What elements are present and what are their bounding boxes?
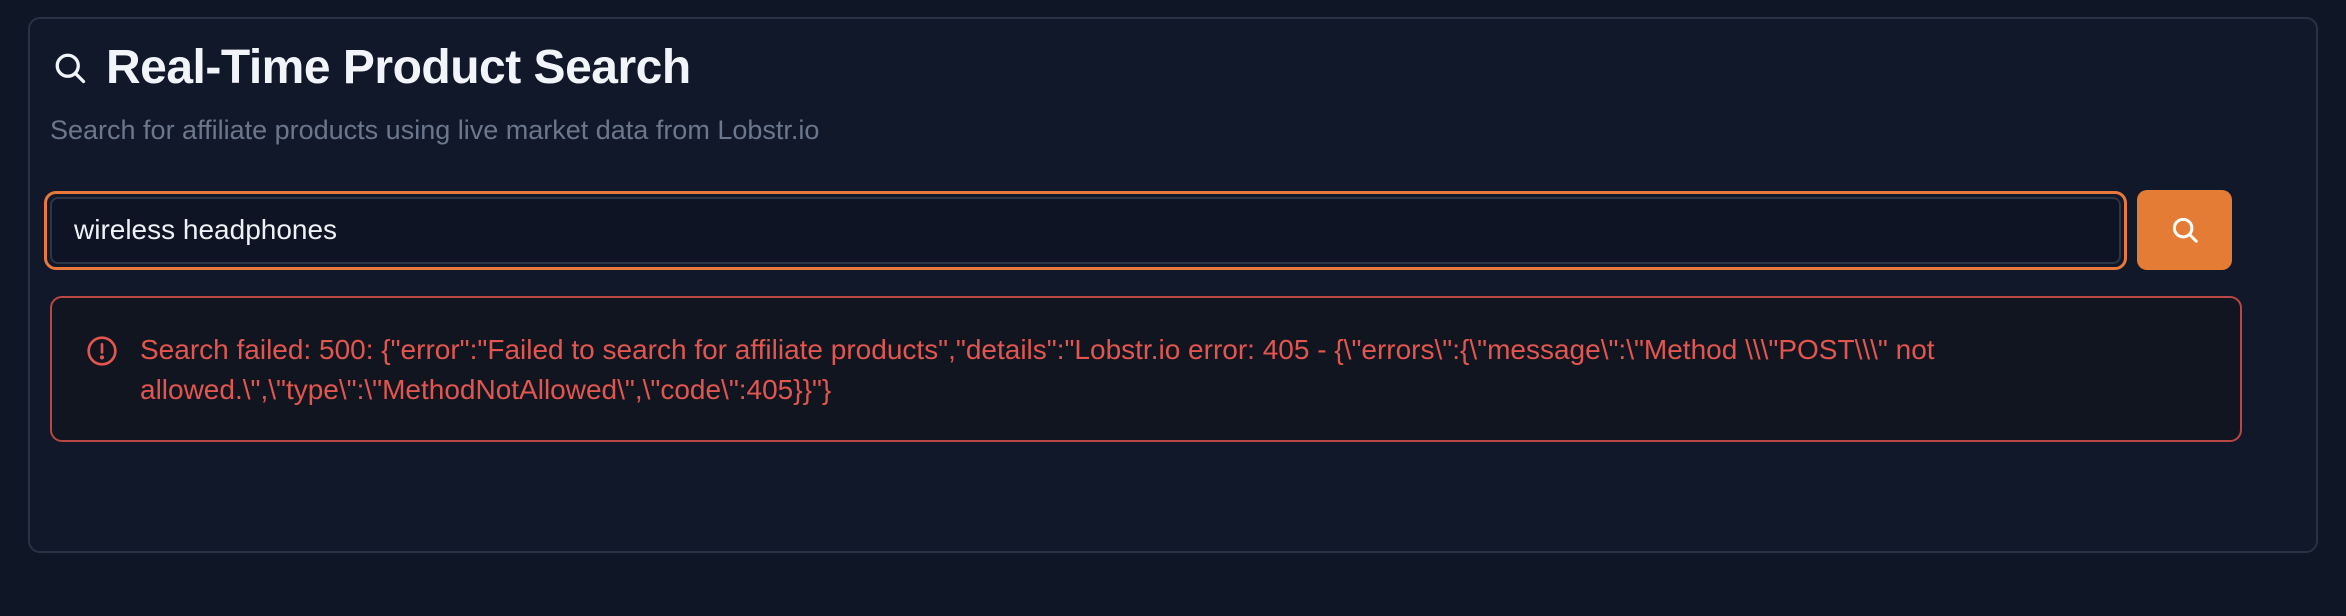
search-input-focus-ring bbox=[44, 190, 2127, 270]
search-input[interactable] bbox=[50, 196, 2121, 264]
page-subtitle: Search for affiliate products using live… bbox=[50, 115, 820, 145]
search-card bbox=[28, 17, 2318, 553]
error-message: Search failed: 500: {"error":"Failed to … bbox=[140, 334, 1935, 405]
alert-circle-icon bbox=[86, 335, 118, 367]
search-button[interactable] bbox=[2137, 190, 2232, 270]
page-title: Real-Time Product Search bbox=[106, 41, 691, 94]
page-header: Real-Time Product Search bbox=[50, 44, 691, 92]
search-icon bbox=[2170, 215, 2200, 245]
search-row bbox=[44, 190, 2232, 270]
search-icon bbox=[50, 48, 90, 88]
error-alert: Search failed: 500: {"error":"Failed to … bbox=[50, 296, 2242, 442]
